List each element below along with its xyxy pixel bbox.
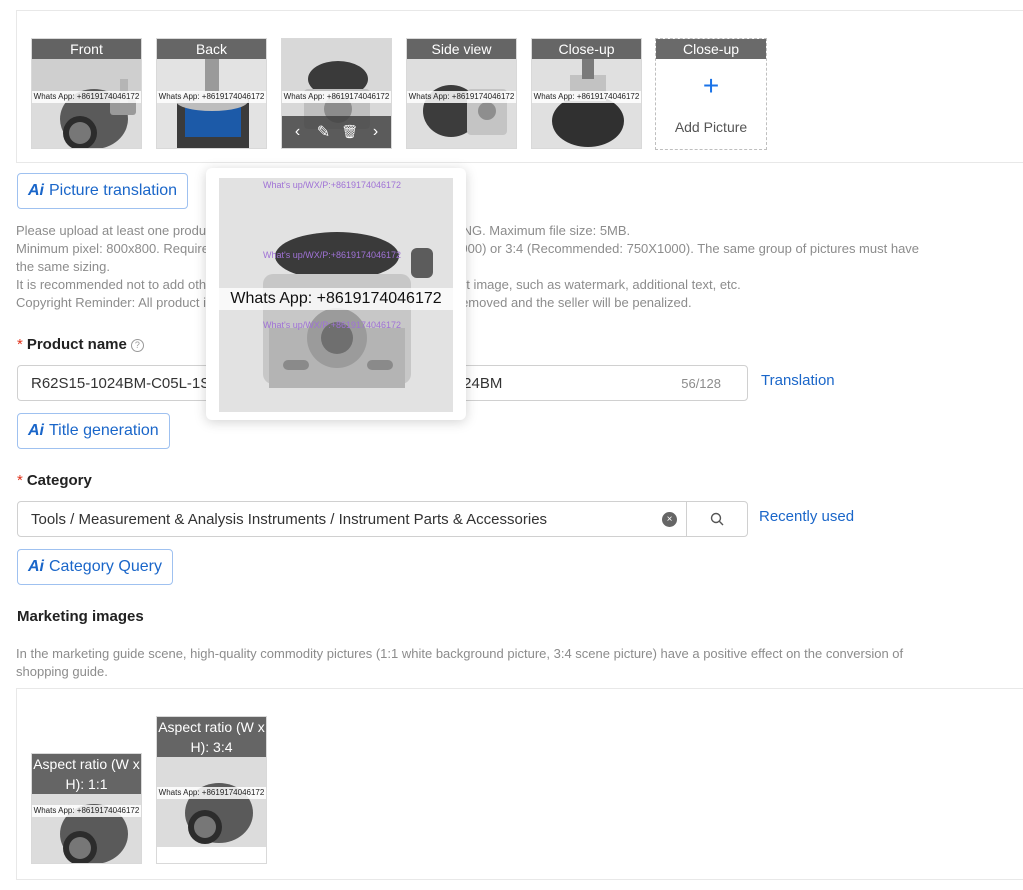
- category-query-button[interactable]: Ai Category Query: [17, 549, 173, 585]
- image-hover-toolbar: ‹ ✎ 🗑 ›: [282, 116, 391, 148]
- title-generation-label: Title generation: [49, 422, 159, 439]
- clear-icon[interactable]: ×: [662, 512, 677, 527]
- image-thumb-close-up[interactable]: Close-up Whats App: +8619174046172: [531, 38, 642, 149]
- marketing-image-1-1[interactable]: Aspect ratio (W x H): 1:1 Whats App: +86…: [31, 753, 142, 864]
- plus-icon: +: [702, 70, 720, 101]
- product-name-label: * Product name?: [17, 336, 144, 353]
- help-icon[interactable]: ?: [130, 339, 144, 352]
- image-thumb-front[interactable]: Front Whats App: +8619174046172: [31, 38, 142, 149]
- hint-line: Copyright Reminder: All product images m…: [16, 295, 692, 310]
- translation-link[interactable]: Translation: [761, 372, 835, 389]
- preview-watermark: Whats App: +8619174046172: [219, 288, 453, 310]
- watermark-text: Whats App: +8619174046172: [32, 91, 141, 103]
- image-thumb-back[interactable]: Back Whats App: +8619174046172: [156, 38, 267, 149]
- title-generation-button[interactable]: Ai Title generation: [17, 413, 170, 449]
- hint-line: It is recommended not to add other eleme…: [16, 277, 741, 292]
- hint-line: Minimum pixel: 800x800. Required aspect …: [16, 241, 920, 256]
- faint-watermark: What's up/WX/P:+8619174046172: [263, 180, 402, 190]
- hint-line: the same sizing.: [16, 259, 110, 274]
- upload-hint: Please upload at least one product pictu…: [16, 222, 936, 312]
- watermark-text: Whats App: +8619174046172: [157, 91, 266, 103]
- watermark-text: Whats App: +8619174046172: [32, 805, 141, 817]
- picture-translation-label: Picture translation: [49, 182, 178, 199]
- move-left-icon[interactable]: ‹: [289, 123, 307, 141]
- char-counter: 56/128: [681, 376, 721, 391]
- delete-icon[interactable]: 🗑: [341, 124, 359, 140]
- required-marker: *: [17, 472, 23, 489]
- product-name-label-text: Product name: [26, 336, 127, 353]
- image-tag: Close-up: [656, 39, 766, 59]
- category-query-label: Category Query: [49, 558, 162, 575]
- hint-line: shopping guide.: [16, 664, 108, 679]
- image-preview-popover: What's up/WX/P:+8619174046172 What's up/…: [206, 168, 466, 420]
- preview-image: What's up/WX/P:+8619174046172 What's up/…: [219, 178, 453, 412]
- ai-icon: Ai: [28, 422, 44, 439]
- marketing-images-title: Marketing images: [17, 608, 144, 625]
- edit-icon[interactable]: ✎: [315, 122, 333, 142]
- ai-icon: Ai: [28, 558, 44, 575]
- ai-icon: Ai: [28, 182, 44, 199]
- image-thumb-side-view[interactable]: Side view Whats App: +8619174046172: [406, 38, 517, 149]
- watermark-text: Whats App: +8619174046172: [157, 787, 266, 799]
- category-value: Tools / Measurement & Analysis Instrumen…: [31, 511, 548, 528]
- required-marker: *: [17, 336, 23, 353]
- image-thumb-hovered[interactable]: Whats App: +8619174046172 ‹ ✎ 🗑 ›: [281, 38, 392, 149]
- marketing-hint: In the marketing guide scene, high-quali…: [16, 645, 936, 681]
- hint-line: In the marketing guide scene, high-quali…: [16, 646, 904, 661]
- image-tag: Close-up: [532, 39, 641, 59]
- move-right-icon[interactable]: ›: [367, 123, 385, 141]
- add-picture-label: Add Picture: [674, 119, 748, 135]
- add-picture-button[interactable]: Close-up + Add Picture: [655, 38, 767, 150]
- hint-line: Please upload at least one product pictu…: [16, 223, 631, 238]
- category-input[interactable]: Tools / Measurement & Analysis Instrumen…: [17, 501, 748, 537]
- watermark-text: Whats App: +8619174046172: [407, 91, 516, 103]
- recently-used-link[interactable]: Recently used: [759, 508, 854, 525]
- watermark-text: Whats App: +8619174046172: [282, 91, 391, 103]
- search-icon: [710, 512, 724, 526]
- category-label-text: Category: [26, 472, 92, 489]
- faint-watermark: What's up/WX/P:+8619174046172: [263, 320, 402, 330]
- picture-translation-button[interactable]: Ai Picture translation: [17, 173, 189, 209]
- category-label: * Category: [17, 472, 92, 489]
- marketing-image-3-4[interactable]: Aspect ratio (W x H): 3:4 Whats App: +86…: [156, 716, 267, 864]
- image-tag: Side view: [407, 39, 516, 59]
- aspect-ratio-tag: Aspect ratio (W x H): 1:1: [32, 754, 141, 794]
- aspect-ratio-tag: Aspect ratio (W x H): 3:4: [157, 717, 266, 757]
- faint-watermark: What's up/WX/P:+8619174046172: [263, 250, 402, 260]
- category-search-button[interactable]: [686, 502, 747, 536]
- image-tag: Back: [157, 39, 266, 59]
- image-tag: Front: [32, 39, 141, 59]
- watermark-text: Whats App: +8619174046172: [532, 91, 641, 103]
